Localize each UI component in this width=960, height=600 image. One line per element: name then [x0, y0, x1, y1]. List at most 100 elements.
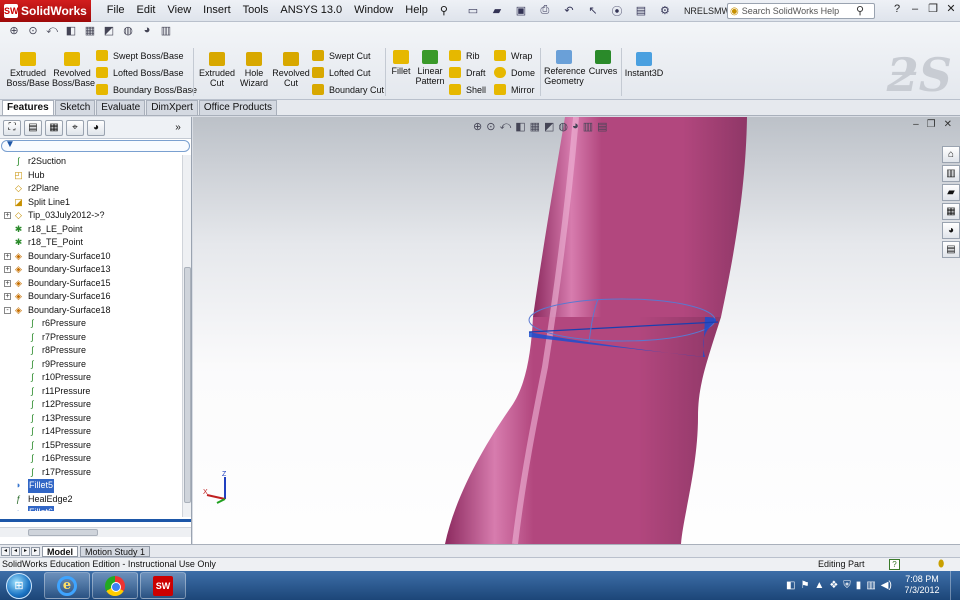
prev-tab-icon[interactable]: ◂ — [11, 546, 20, 556]
menu-view[interactable]: View — [162, 4, 198, 17]
extruded-cut-button[interactable]: Extruded Cut — [198, 52, 236, 88]
appearance-icon[interactable]: ◕ — [139, 24, 155, 40]
view-settings-icon[interactable]: ▤ — [597, 120, 607, 133]
tree-node[interactable]: ∫ r15Pressure — [0, 439, 182, 453]
tab-motion-study[interactable]: Motion Study 1 — [80, 545, 151, 557]
dome-button[interactable]: Dome — [494, 67, 535, 78]
tree-vertical-scrollbar[interactable] — [182, 155, 191, 517]
feature-filter[interactable]: ▼ — [1, 139, 190, 152]
start-button[interactable]: ⊞ — [2, 571, 36, 600]
tree-node[interactable]: ∫ r2Suction — [0, 155, 182, 169]
lofted-cut-button[interactable]: Lofted Cut — [312, 67, 371, 78]
tree-node[interactable]: - ◈ Boundary-Surface18 — [0, 304, 182, 318]
dimxpert-manager-icon[interactable]: ⌖ — [66, 119, 84, 136]
tree-node[interactable]: + ◇ Tip_03July2012->? — [0, 209, 182, 223]
file-properties-icon[interactable]: ▤ — [630, 3, 652, 19]
boundary-boss-button[interactable]: Boundary Boss/Base — [96, 84, 197, 95]
fillet-button[interactable]: Fillet — [389, 50, 413, 76]
graphics-area[interactable]: ⊕ ⊙ ⤺ ◧ ▦ ◩ ◍ ◕ ▥ ▤ – ❐ ✕ ⌂ ▥ ▰ ▦ ◕ ▤ Z … — [193, 117, 960, 544]
tree-node[interactable]: ◗ Fillet6 — [0, 506, 182, 511]
tree-node[interactable]: + ◈ Boundary-Surface10 — [0, 250, 182, 264]
wrap-button[interactable]: Wrap — [494, 50, 532, 61]
expand-plus-icon[interactable]: + — [4, 252, 11, 260]
system-clock[interactable]: 7:08 PM 7/3/2012 — [895, 574, 949, 596]
quick-tips-icon[interactable]: ? — [889, 559, 900, 570]
menu-window[interactable]: Window — [348, 4, 399, 17]
file-explorer-icon[interactable]: ▰ — [942, 184, 960, 201]
zoom-area-icon[interactable]: ⊙ — [486, 120, 495, 133]
tree-node[interactable]: ◇ r2Plane — [0, 182, 182, 196]
expand-plus-icon[interactable]: + — [4, 266, 11, 274]
taskbar-chrome[interactable] — [92, 572, 138, 599]
viewport-close-icon[interactable]: ✕ — [944, 119, 952, 130]
extruded-boss-button[interactable]: Extruded Boss/Base — [6, 52, 50, 88]
close-icon[interactable]: ✕ — [944, 2, 958, 16]
viewport-minimize-icon[interactable]: – — [913, 119, 919, 130]
chevron-right-icon[interactable]: » — [169, 121, 187, 137]
tree-node[interactable]: ∫ r12Pressure — [0, 398, 182, 412]
save-icon[interactable]: ▣ — [510, 3, 532, 19]
tab-evaluate[interactable]: Evaluate — [96, 100, 146, 115]
shell-button[interactable]: Shell — [449, 84, 486, 95]
feature-tree-icon[interactable]: ⛶ — [3, 119, 21, 136]
view-orientation-icon[interactable]: ▦ — [82, 24, 98, 40]
zoom-to-fit-icon[interactable]: ⊕ — [473, 120, 482, 133]
select-cursor-icon[interactable]: ↖ — [582, 3, 604, 19]
tree-node[interactable]: + ◈ Boundary-Surface16 — [0, 290, 182, 304]
tree-node[interactable]: ƒ HealEdge2 — [0, 493, 182, 507]
section-view-icon[interactable]: ◧ — [63, 24, 79, 40]
tree-node[interactable]: ∫ r16Pressure — [0, 452, 182, 466]
menu-tools[interactable]: Tools — [237, 4, 275, 17]
search-magnifier-icon[interactable]: ⚲ — [856, 4, 864, 17]
menu-edit[interactable]: Edit — [131, 4, 162, 17]
tree-node[interactable]: ✱ r18_TE_Point — [0, 236, 182, 250]
display-style-icon[interactable]: ◩ — [544, 120, 554, 133]
new-document-icon[interactable]: ▭ — [462, 3, 484, 19]
security-shield-icon[interactable]: ⛨ — [843, 580, 851, 591]
rebuild-status-icon[interactable]: ⬮ — [938, 558, 944, 571]
view-palette-icon[interactable]: ▦ — [942, 203, 960, 220]
rib-button[interactable]: Rib — [449, 50, 480, 61]
hide-items-icon[interactable]: ◍ — [558, 120, 568, 133]
notification-warning-icon[interactable]: ▲ — [814, 580, 824, 591]
undo-icon[interactable]: ↶ — [558, 3, 580, 19]
menu-insert[interactable]: Insert — [197, 4, 237, 17]
view-orientation-icon[interactable]: ▦ — [530, 120, 540, 133]
show-hidden-icons-icon[interactable]: ▮ — [856, 580, 862, 591]
tree-node[interactable]: + ◈ Boundary-Surface15 — [0, 277, 182, 291]
scrollbar-thumb[interactable] — [184, 267, 191, 503]
help-search-box[interactable]: ◉ Search SolidWorks Help ⚲ — [727, 3, 875, 19]
revolved-cut-button[interactable]: Revolved Cut — [272, 52, 310, 88]
linear-pattern-button[interactable]: Linear Pattern — [415, 50, 445, 86]
rebuild-traffic-light-icon[interactable]: ⦿ — [606, 3, 628, 19]
help-question-icon[interactable]: ? — [890, 2, 904, 16]
tree-node[interactable]: ∫ r6Pressure — [0, 317, 182, 331]
instant3d-button[interactable]: Instant3D — [624, 52, 664, 78]
restore-icon[interactable]: ❐ — [926, 2, 940, 16]
mirror-button[interactable]: Mirror — [494, 84, 535, 95]
section-view-icon[interactable]: ◧ — [515, 120, 525, 133]
tree-node[interactable]: ∫ r7Pressure — [0, 331, 182, 345]
draft-button[interactable]: Draft — [449, 67, 486, 78]
pin-icon[interactable]: ⚲ — [434, 4, 454, 17]
reference-geometry-button[interactable]: Reference Geometry — [544, 50, 586, 86]
tree-node[interactable]: ∫ r10Pressure — [0, 371, 182, 385]
tree-node[interactable]: ✱ r18_LE_Point — [0, 223, 182, 237]
zoom-to-fit-icon[interactable]: ⊕ — [6, 24, 22, 40]
tray-program-icon[interactable]: ◧ — [786, 580, 795, 591]
hide-show-icon[interactable]: ◍ — [120, 24, 136, 40]
hole-wizard-button[interactable]: Hole Wizard — [238, 52, 270, 88]
home-icon[interactable]: ⌂ — [942, 146, 960, 163]
rollback-bar[interactable] — [0, 519, 191, 522]
open-folder-icon[interactable]: ▰ — [486, 3, 508, 19]
appearances-icon[interactable]: ◕ — [942, 222, 960, 239]
previous-view-icon[interactable]: ⤺ — [44, 24, 60, 40]
print-icon[interactable]: ⎙ — [534, 3, 556, 19]
options-gear-icon[interactable]: ⚙ — [654, 3, 676, 19]
menu-help[interactable]: Help — [399, 4, 434, 17]
taskbar-internet-explorer[interactable]: e — [44, 572, 90, 599]
zoom-to-area-icon[interactable]: ⊙ — [25, 24, 41, 40]
tab-office-products[interactable]: Office Products — [198, 100, 278, 115]
minimize-icon[interactable]: – — [908, 2, 922, 16]
first-tab-icon[interactable]: ◂ — [1, 546, 10, 556]
